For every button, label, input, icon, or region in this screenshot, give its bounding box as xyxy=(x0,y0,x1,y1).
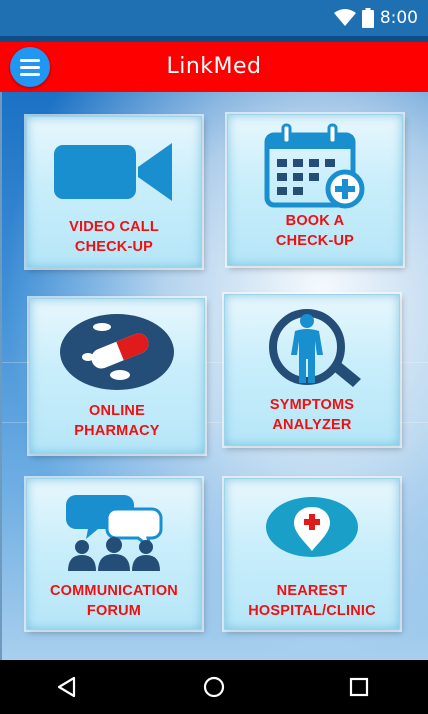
navigation-bar xyxy=(0,660,428,714)
tile-label-line2: ANALYZER xyxy=(272,417,352,433)
tile-label-line2: PHARMACY xyxy=(74,423,160,439)
app-bar: LinkMed xyxy=(0,42,428,92)
dashboard-background: VIDEO CALL CHECK-UP BOOK A CHECK-UP ONLI… xyxy=(0,92,428,660)
tile-label-line1: VIDEO CALL xyxy=(69,219,159,235)
tile-label-line1: BOOK A xyxy=(285,213,345,229)
back-triangle-icon[interactable] xyxy=(54,674,80,700)
hospital-location-icon xyxy=(266,497,358,557)
tile-label-line2: FORUM xyxy=(86,603,142,619)
hamburger-menu-icon[interactable] xyxy=(10,47,50,87)
wifi-icon xyxy=(333,9,356,26)
online-pharmacy-tile[interactable]: ONLINE PHARMACY xyxy=(29,298,205,454)
calendar-add-icon xyxy=(264,123,365,209)
status-icons: 8:00 xyxy=(333,6,418,30)
status-time: 8:00 xyxy=(379,8,418,28)
group-chat-icon xyxy=(66,495,163,571)
tile-label-line2: HOSPITAL/CLINIC xyxy=(248,603,376,619)
pills-icon xyxy=(60,314,174,390)
tile-label-line1: NEAREST xyxy=(276,583,348,599)
communication-forum-tile[interactable]: COMMUNICATION FORUM xyxy=(26,478,202,630)
tile-label-line1: COMMUNICATION xyxy=(50,583,178,599)
video-camera-icon xyxy=(54,143,172,201)
app-title: LinkMed xyxy=(166,54,262,79)
home-circle-icon[interactable] xyxy=(201,674,227,700)
tile-label-line1: ONLINE xyxy=(89,403,145,419)
recents-square-icon[interactable] xyxy=(346,674,372,700)
tile-label-line1: SYMPTOMS xyxy=(269,397,355,413)
battery-icon xyxy=(361,8,374,28)
symptoms-analyzer-tile[interactable]: SYMPTOMS ANALYZER xyxy=(224,294,400,446)
body-scan-icon xyxy=(269,309,361,387)
status-bar: 8:00 xyxy=(0,0,428,36)
book-checkup-tile[interactable]: BOOK A CHECK-UP xyxy=(227,114,403,266)
nearest-hospital-tile[interactable]: NEAREST HOSPITAL/CLINIC xyxy=(224,478,400,630)
tile-label-line2: CHECK-UP xyxy=(74,239,154,255)
tile-label-line2: CHECK-UP xyxy=(275,233,355,249)
video-call-checkup-tile[interactable]: VIDEO CALL CHECK-UP xyxy=(26,116,202,268)
